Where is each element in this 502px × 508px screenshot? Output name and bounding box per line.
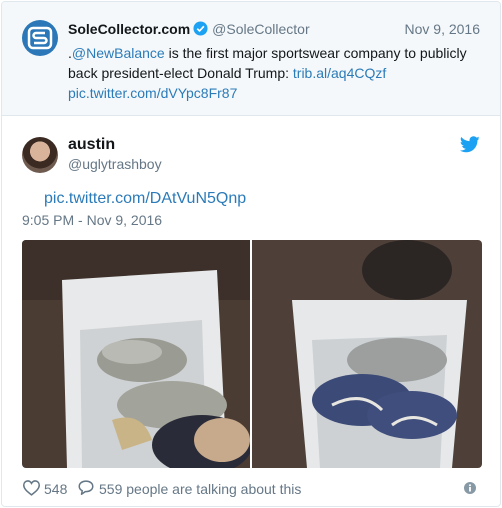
tweet-timestamp[interactable]: 9:05 PM - Nov 9, 2016 [22,212,162,228]
quoted-author-name[interactable]: SoleCollector.com [68,21,190,37]
tweet-photo-left[interactable] [22,240,250,468]
avatar[interactable] [22,137,58,173]
tweet-photo-right[interactable] [252,240,482,468]
twitter-bird-icon[interactable] [459,136,480,158]
quoted-pic-link[interactable]: pic.twitter.com/dVYpc8Fr87 [68,85,237,101]
tweet-pic-link[interactable]: pic.twitter.com/DAtVuN5Qnp [44,190,246,208]
mention-link[interactable]: @NewBalance [72,45,165,61]
solecollector-logo-icon[interactable] [22,20,58,56]
like-count[interactable]: 548 [44,481,67,497]
quoted-tweet-text: .@NewBalance is the first major sportswe… [68,43,478,103]
quoted-tweet-date[interactable]: Nov 9, 2016 [405,21,481,37]
quoted-tweet[interactable]: SoleCollector.com @SoleCollector Nov 9, 2… [2,2,500,116]
quoted-author-handle[interactable]: @SoleCollector [212,21,309,37]
info-icon[interactable] [464,481,476,497]
author-name[interactable]: austin [68,136,115,154]
quoted-tweet-header: SoleCollector.com @SoleCollector [68,21,310,39]
speech-bubble-icon[interactable] [77,479,95,499]
author-handle[interactable]: @uglytrashboy [68,156,162,172]
article-link[interactable]: trib.al/aq4CQzf [293,65,386,81]
heart-icon[interactable] [22,479,41,499]
tweet-photos [22,240,482,468]
tweet-actions: 548 559 people are talking about this [22,479,482,499]
verified-badge-icon [193,21,208,39]
embedded-tweet-card: SoleCollector.com @SoleCollector Nov 9, 2… [1,1,501,507]
conversation-count[interactable]: 559 people are talking about this [99,481,301,497]
